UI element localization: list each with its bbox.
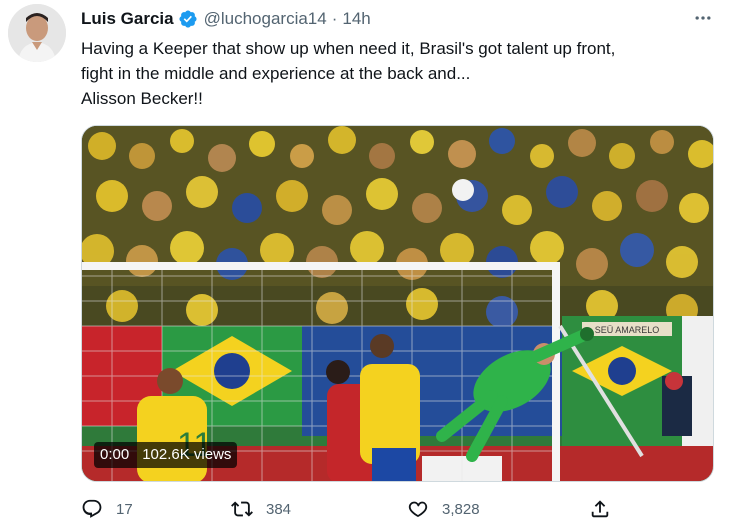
avatar-photo — [8, 4, 66, 62]
tweet-header: Luis Garcia @luchogarcia14 · 14h — [81, 8, 371, 30]
more-horizontal-icon[interactable] — [690, 8, 716, 28]
tweet-time[interactable]: 14h — [342, 9, 370, 29]
reply-button[interactable]: 17 — [81, 496, 133, 522]
retweet-button[interactable]: 384 — [231, 496, 291, 522]
reply-icon — [82, 499, 102, 518]
crowd — [82, 126, 713, 336]
video-overlay: 0:00 102.6K views — [94, 442, 238, 468]
tweet-text: Having a Keeper that show up when need i… — [81, 36, 721, 111]
signboard-text: SEÜ AMARELO — [595, 325, 660, 335]
tweet-text-line: fight in the middle and experience at th… — [81, 64, 471, 83]
reply-count: 17 — [116, 500, 133, 518]
tweet-text-line: Having a Keeper that show up when need i… — [81, 39, 616, 58]
video-frame: SEÜ AMARELO — [82, 126, 713, 481]
video-player[interactable]: SEÜ AMARELO 0:00 102.6K views — [81, 125, 714, 482]
author-handle[interactable]: @luchogarcia14 — [204, 9, 327, 29]
author-name[interactable]: Luis Garcia — [81, 9, 174, 29]
retweet-count: 384 — [266, 500, 292, 518]
action-bar: 17 384 3,828 — [81, 496, 721, 522]
verified-badge-icon — [179, 10, 197, 28]
goal-post — [552, 262, 560, 481]
tweet-card[interactable]: Luis Garcia @luchogarcia14 · 14h Having … — [0, 0, 730, 524]
avatar[interactable] — [8, 4, 66, 62]
share-icon — [591, 500, 609, 518]
retweet-icon — [231, 501, 253, 517]
crossbar — [82, 262, 560, 270]
share-button[interactable] — [589, 496, 611, 522]
separator-dot: · — [331, 9, 338, 28]
like-count: 3,828 — [442, 500, 480, 518]
heart-icon — [408, 501, 428, 517]
ball — [452, 179, 474, 201]
video-views: 102.6K views — [142, 446, 232, 463]
video-timestamp: 0:00 — [100, 446, 130, 463]
tweet-text-line: Alisson Becker!! — [81, 89, 203, 108]
like-button[interactable]: 3,828 — [407, 496, 480, 522]
